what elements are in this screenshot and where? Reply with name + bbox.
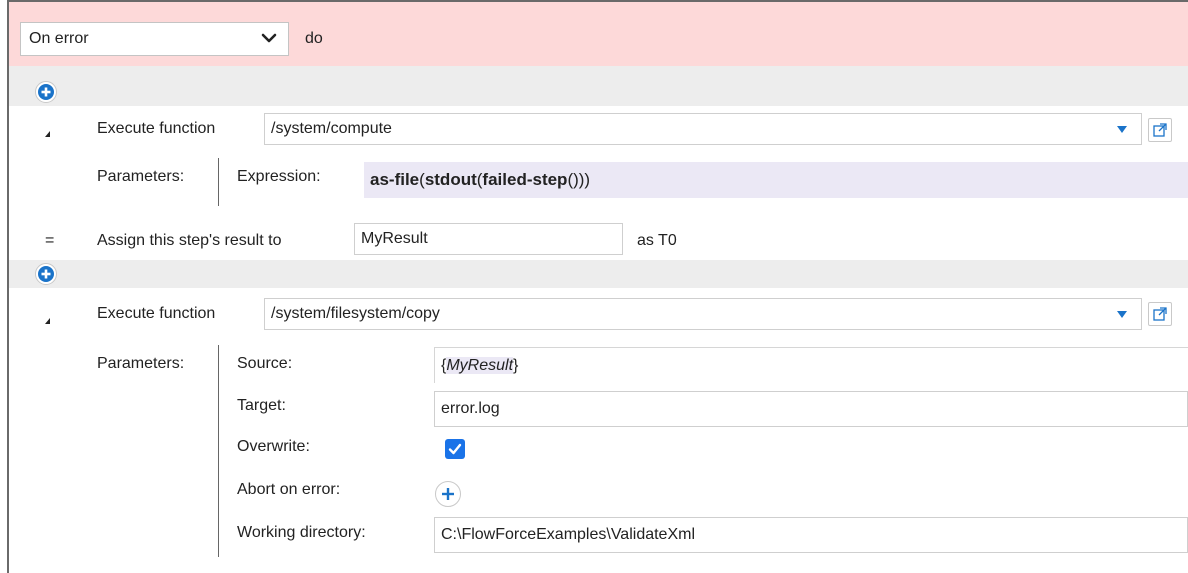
result-type-label: as T0 [637,232,677,249]
target-label: Target: [237,397,286,414]
target-input[interactable]: error.log [434,391,1188,427]
add-step-button-top[interactable] [35,81,57,103]
working-directory-input[interactable]: C:\FlowForceExamples\ValidateXml [434,517,1188,553]
chevron-down-icon [261,33,277,43]
parameters-label: Parameters: [97,355,185,372]
expr-fn-failed-step: failed-step [482,170,568,189]
insert-band-middle [9,260,1188,288]
source-brace-close: } [513,357,519,374]
dropdown-arrow-icon[interactable] [1117,126,1127,133]
on-error-header: On error do [9,2,1188,66]
condition-select[interactable]: On error [20,22,289,56]
expr-fn-stdout: stdout [424,170,477,189]
condition-select-value: On error [29,30,89,47]
external-link-icon [1153,123,1167,137]
insert-band-top [9,66,1188,106]
plus-icon [38,266,54,282]
source-variable: MyResult [446,357,514,374]
add-step-button-middle[interactable] [35,263,57,285]
params-divider [218,345,219,557]
collapse-triangle-icon[interactable] [45,318,50,324]
plus-icon [38,84,54,100]
function-path-combobox[interactable]: /system/filesystem/copy [264,298,1142,330]
external-link-icon [1153,307,1167,321]
function-path-value: /system/filesystem/copy [271,305,440,322]
execute-function-label: Execute function [97,120,216,137]
open-function-button[interactable] [1148,118,1172,142]
do-label: do [305,30,323,47]
add-abort-handler-button[interactable] [435,481,461,507]
source-label: Source: [237,355,293,372]
target-value: error.log [441,400,500,417]
assign-symbol: = [45,232,55,249]
dropdown-arrow-icon[interactable] [1117,311,1127,318]
abort-on-error-label: Abort on error: [237,481,341,498]
expression-field[interactable]: as-file(stdout(failed-step())) [364,162,1188,198]
assign-result-input[interactable]: MyResult [354,223,623,255]
expr-paren: ())) [567,170,591,189]
execute-function-label: Execute function [97,305,216,322]
source-input[interactable]: {MyResult} [434,347,1188,383]
overwrite-label: Overwrite: [237,438,310,455]
function-path-value: /system/compute [271,120,392,137]
plus-icon [442,488,454,500]
parameters-label: Parameters: [97,168,185,185]
assign-result-value: MyResult [361,230,428,247]
checkmark-icon [448,443,462,455]
function-path-combobox[interactable]: /system/compute [264,113,1142,145]
working-directory-label: Working directory: [237,524,366,541]
assign-result-label: Assign this step's result to [97,232,282,249]
expr-fn-as-file: as-file [370,170,420,189]
overwrite-checkbox[interactable] [445,439,465,459]
open-function-button[interactable] [1148,302,1172,326]
params-divider [218,158,219,206]
collapse-triangle-icon[interactable] [45,131,50,137]
expression-label: Expression: [237,168,321,185]
working-directory-value: C:\FlowForceExamples\ValidateXml [441,526,696,543]
